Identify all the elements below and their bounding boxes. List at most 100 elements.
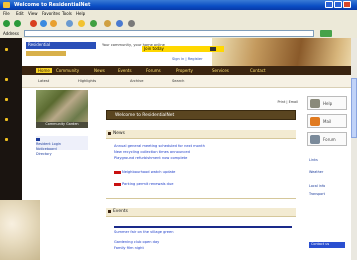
main-nav: Home Community News Events Forums Proper… bbox=[22, 66, 357, 75]
minimize-button[interactable] bbox=[325, 1, 333, 8]
site-header: Residential Your community, your home on… bbox=[22, 38, 357, 66]
contact-us-button[interactable]: Contact us bbox=[309, 242, 345, 248]
nav-item-news[interactable]: News bbox=[94, 68, 105, 73]
close-button[interactable] bbox=[343, 1, 351, 8]
right-link-transport[interactable]: Transport bbox=[309, 192, 325, 196]
back-icon[interactable] bbox=[3, 20, 10, 27]
favorites-icon[interactable] bbox=[78, 20, 85, 27]
main-content: Print | Email Welcome to ResidentialNet … bbox=[92, 88, 302, 260]
help-icon bbox=[310, 99, 320, 108]
history-icon[interactable] bbox=[104, 20, 111, 27]
left-link-noticeboard[interactable]: Noticeboard bbox=[36, 147, 57, 151]
nav-item-contact[interactable]: Contact bbox=[250, 68, 266, 73]
help-button[interactable]: Help bbox=[307, 96, 347, 110]
mail-button[interactable]: Mail bbox=[307, 114, 347, 128]
nav-item-home[interactable]: Home bbox=[36, 68, 52, 73]
bullet-icon bbox=[5, 118, 8, 121]
divider bbox=[106, 198, 296, 199]
nav-item-services[interactable]: Services bbox=[212, 68, 229, 73]
new-badge-icon bbox=[114, 182, 121, 186]
section-header-events: Events bbox=[106, 208, 296, 217]
section-title-events: Events bbox=[113, 209, 128, 214]
window-title: Welcome to ResidentialNet bbox=[14, 2, 91, 8]
search-icon[interactable] bbox=[66, 20, 73, 27]
home-icon[interactable] bbox=[50, 20, 57, 27]
menu-edit[interactable]: Edit bbox=[16, 11, 24, 16]
bullet-icon bbox=[5, 138, 8, 141]
right-column: Help Mail Forum Links Weather Local info… bbox=[303, 88, 351, 260]
nav-item-events[interactable]: Events bbox=[118, 68, 132, 73]
subnav-item-latest[interactable]: Latest bbox=[38, 79, 49, 83]
event-link[interactable]: Gardening club open day bbox=[114, 240, 159, 244]
decorative-image bbox=[0, 200, 40, 260]
maximize-button[interactable] bbox=[334, 1, 342, 8]
forward-icon[interactable] bbox=[14, 20, 21, 27]
forum-label: Forum bbox=[323, 137, 336, 142]
subnav-item-highlights[interactable]: Highlights bbox=[78, 79, 96, 83]
section-header-news: News bbox=[106, 130, 296, 139]
media-icon[interactable] bbox=[90, 20, 97, 27]
print-icon[interactable] bbox=[128, 20, 135, 27]
header-account-links[interactable]: Sign in | Register bbox=[172, 57, 203, 61]
banner-text: Join today bbox=[144, 46, 164, 51]
photo-caption: Community Garden bbox=[36, 122, 88, 128]
forum-button[interactable]: Forum bbox=[307, 132, 347, 146]
left-link-directory[interactable]: Directory bbox=[36, 152, 52, 156]
vertical-scrollbar[interactable] bbox=[351, 38, 357, 260]
section-bullet-icon bbox=[108, 210, 111, 213]
header-photo bbox=[212, 38, 357, 66]
stop-icon[interactable] bbox=[30, 20, 37, 27]
event-link[interactable]: Family film night bbox=[114, 246, 144, 250]
new-badge-icon bbox=[114, 170, 121, 174]
go-button[interactable] bbox=[320, 30, 332, 37]
menu-tools[interactable]: Tools bbox=[62, 11, 72, 16]
scrollbar-thumb[interactable] bbox=[351, 78, 357, 138]
news-link[interactable]: New recycling collection times announced bbox=[114, 150, 190, 154]
banner-arrow-icon bbox=[210, 47, 216, 51]
mail-label: Mail bbox=[323, 119, 332, 124]
news-link[interactable]: Parking permit renewals due bbox=[114, 182, 173, 186]
mail-icon[interactable] bbox=[116, 20, 123, 27]
print-email-links[interactable]: Print | Email bbox=[277, 100, 298, 104]
menu-file[interactable]: File bbox=[3, 11, 10, 16]
news-link[interactable]: Neighbourhood watch update bbox=[114, 170, 175, 174]
community-photo[interactable] bbox=[36, 90, 88, 122]
right-link-local-info[interactable]: Local info bbox=[309, 184, 325, 188]
mail-icon bbox=[310, 117, 320, 126]
menubar: File Edit View Favorites Tools Help bbox=[0, 10, 357, 17]
news-link-text: Parking permit renewals due bbox=[122, 182, 174, 186]
window-titlebar[interactable]: Welcome to ResidentialNet bbox=[0, 0, 357, 10]
left-link-resident-login[interactable]: Resident Login bbox=[36, 142, 61, 146]
nav-item-forums[interactable]: Forums bbox=[146, 68, 161, 73]
news-link-text: Neighbourhood watch update bbox=[122, 170, 176, 174]
event-highlight-bar bbox=[114, 226, 292, 228]
forum-icon bbox=[310, 135, 320, 144]
menu-help[interactable]: Help bbox=[76, 11, 85, 16]
menu-favorites[interactable]: Favorites bbox=[42, 11, 60, 16]
subnav-item-archive[interactable]: Archive bbox=[130, 79, 143, 83]
address-input[interactable] bbox=[24, 30, 314, 37]
event-link[interactable]: Summer fair on the village green bbox=[114, 230, 173, 234]
page-title: Welcome to ResidentialNet bbox=[115, 113, 175, 118]
subnav-item-search[interactable]: Search bbox=[172, 79, 184, 83]
menu-view[interactable]: View bbox=[28, 11, 38, 16]
join-banner[interactable]: Join today bbox=[142, 46, 224, 52]
address-label: Address bbox=[3, 31, 19, 36]
bullet-icon bbox=[5, 98, 8, 101]
sub-nav: Latest Highlights Archive Search bbox=[22, 75, 357, 88]
link-marker-icon bbox=[36, 138, 40, 141]
page-title-box: Welcome to ResidentialNet bbox=[106, 110, 296, 120]
site-logo[interactable]: Residential bbox=[26, 42, 96, 49]
right-link-weather[interactable]: Weather bbox=[309, 170, 323, 174]
logo-underline bbox=[26, 51, 66, 56]
bullet-icon bbox=[5, 48, 8, 51]
section-bullet-icon bbox=[108, 132, 111, 135]
news-link[interactable]: Playground refurbishment now complete bbox=[114, 156, 187, 160]
news-link[interactable]: Annual general meeting scheduled for nex… bbox=[114, 144, 205, 148]
right-link-links[interactable]: Links bbox=[309, 158, 318, 162]
nav-item-property[interactable]: Property bbox=[176, 68, 193, 73]
nav-item-community[interactable]: Community bbox=[56, 68, 79, 73]
ie-icon bbox=[3, 2, 10, 8]
refresh-icon[interactable] bbox=[40, 20, 47, 27]
section-title-news: News bbox=[113, 131, 125, 136]
